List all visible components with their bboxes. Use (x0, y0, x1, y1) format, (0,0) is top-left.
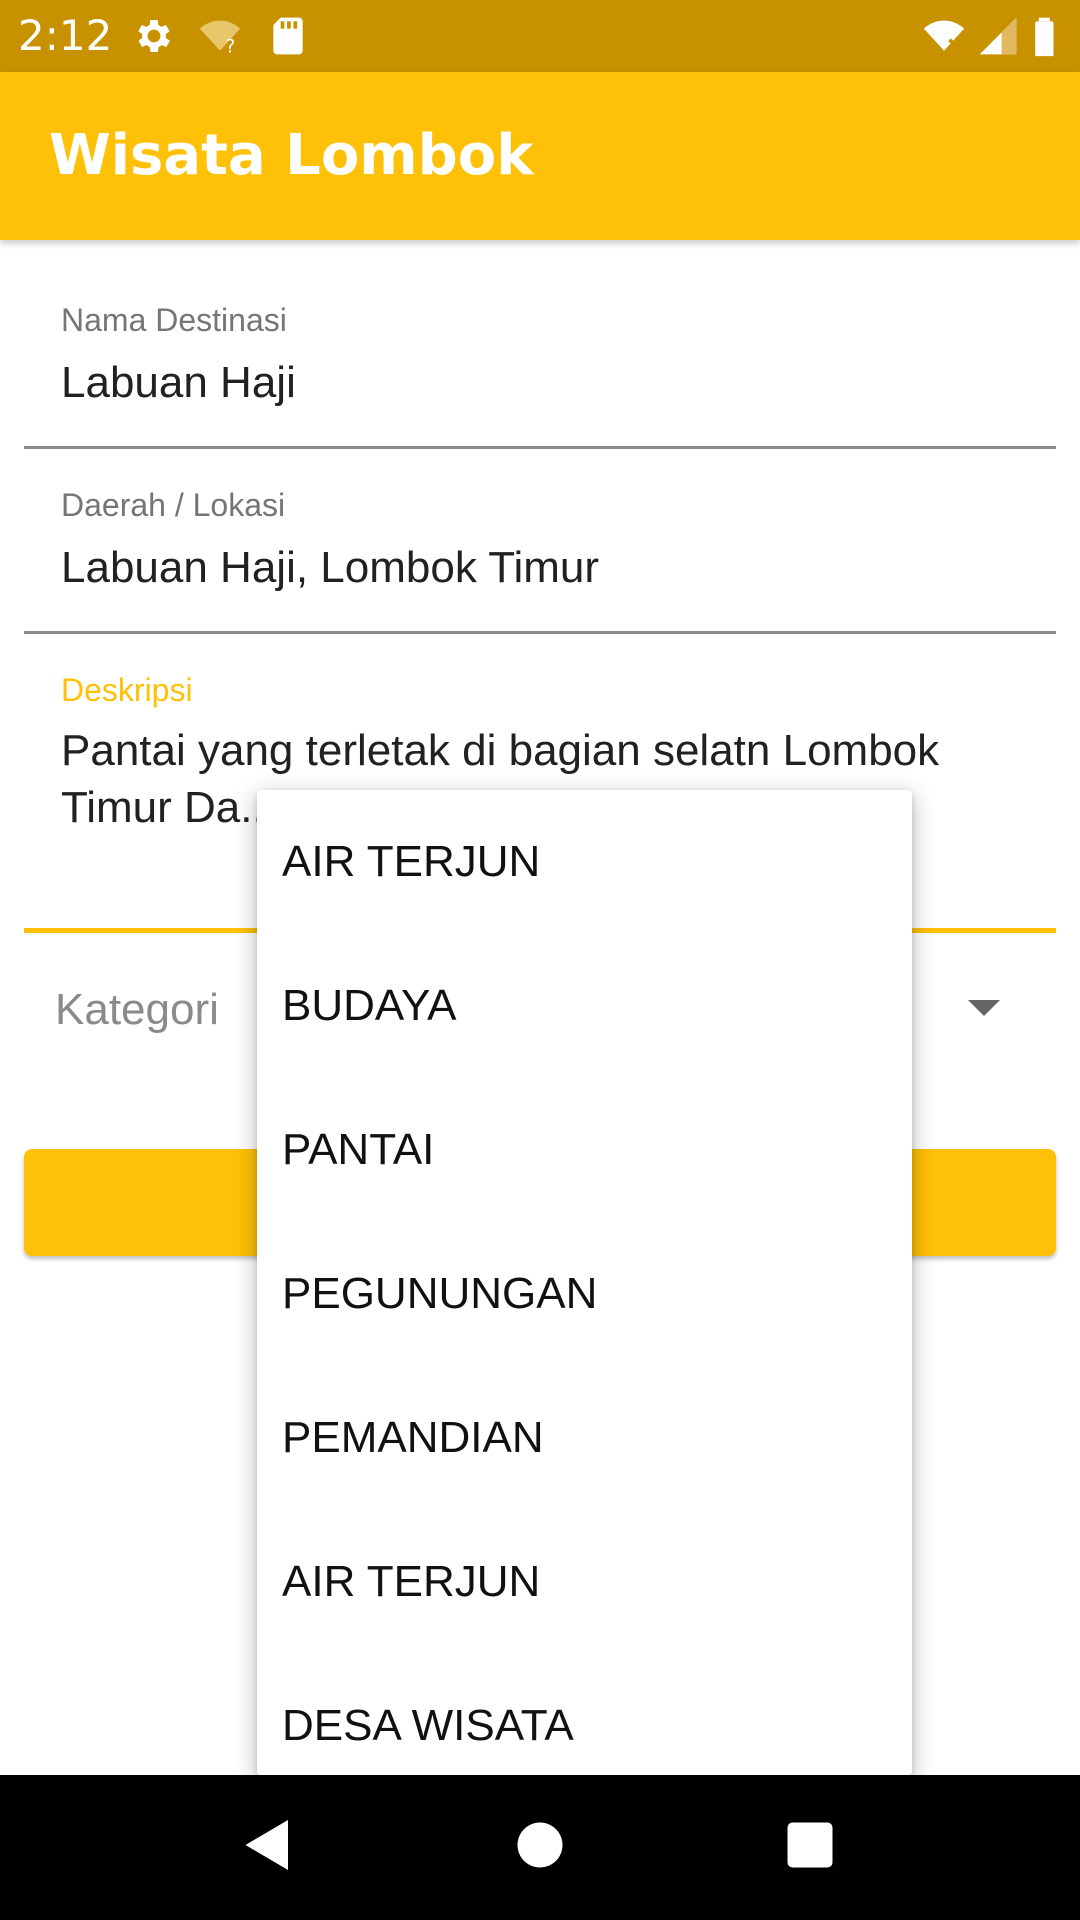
daerah-lokasi-label: Daerah / Lokasi (61, 487, 286, 523)
settings-icon (138, 20, 170, 52)
sd-card-icon (273, 17, 303, 55)
dropdown-option[interactable]: PANTAI (257, 1078, 912, 1222)
back-icon[interactable] (238, 1815, 298, 1875)
signal-icon (979, 17, 1017, 55)
dropdown-arrow-icon[interactable] (968, 1000, 1000, 1016)
recents-icon[interactable] (780, 1815, 840, 1875)
status-bar: 2:12 ? (0, 0, 1080, 72)
daerah-lokasi-underline (24, 631, 1056, 634)
svg-text:?: ? (226, 37, 236, 58)
daerah-lokasi-input[interactable]: Labuan Haji, Lombok Timur (61, 539, 599, 597)
kategori-label: Kategori (55, 985, 219, 1034)
deskripsi-label: Deskripsi (61, 672, 193, 708)
nama-destinasi-input[interactable]: Labuan Haji (61, 354, 296, 412)
navigation-bar (0, 1775, 1080, 1920)
app-title: Wisata Lombok (49, 123, 534, 188)
wifi-question-icon: ? (199, 20, 241, 58)
home-icon[interactable] (510, 1815, 570, 1875)
nama-destinasi-field[interactable]: Nama Destinasi Labuan Haji (24, 300, 1056, 450)
daerah-lokasi-field[interactable]: Daerah / Lokasi Labuan Haji, Lombok Timu… (24, 485, 1056, 635)
dropdown-option[interactable]: AIR TERJUN (257, 790, 912, 934)
status-time: 2:12 (18, 11, 113, 60)
app-bar: Wisata Lombok (0, 72, 1080, 240)
dropdown-option[interactable]: PEMANDIAN (257, 1366, 912, 1510)
nama-destinasi-label: Nama Destinasi (61, 302, 287, 338)
dropdown-option[interactable]: BUDAYA (257, 934, 912, 1078)
wifi-x-icon (923, 20, 965, 52)
dropdown-option[interactable]: AIR TERJUN (257, 1510, 912, 1654)
kategori-dropdown: AIR TERJUN BUDAYA PANTAI PEGUNUNGAN PEMA… (257, 790, 912, 1775)
battery-icon (1035, 17, 1054, 57)
dropdown-option[interactable]: DESA WISATA (257, 1654, 912, 1775)
nama-destinasi-underline (24, 446, 1056, 449)
dropdown-option[interactable]: PEGUNUNGAN (257, 1222, 912, 1366)
